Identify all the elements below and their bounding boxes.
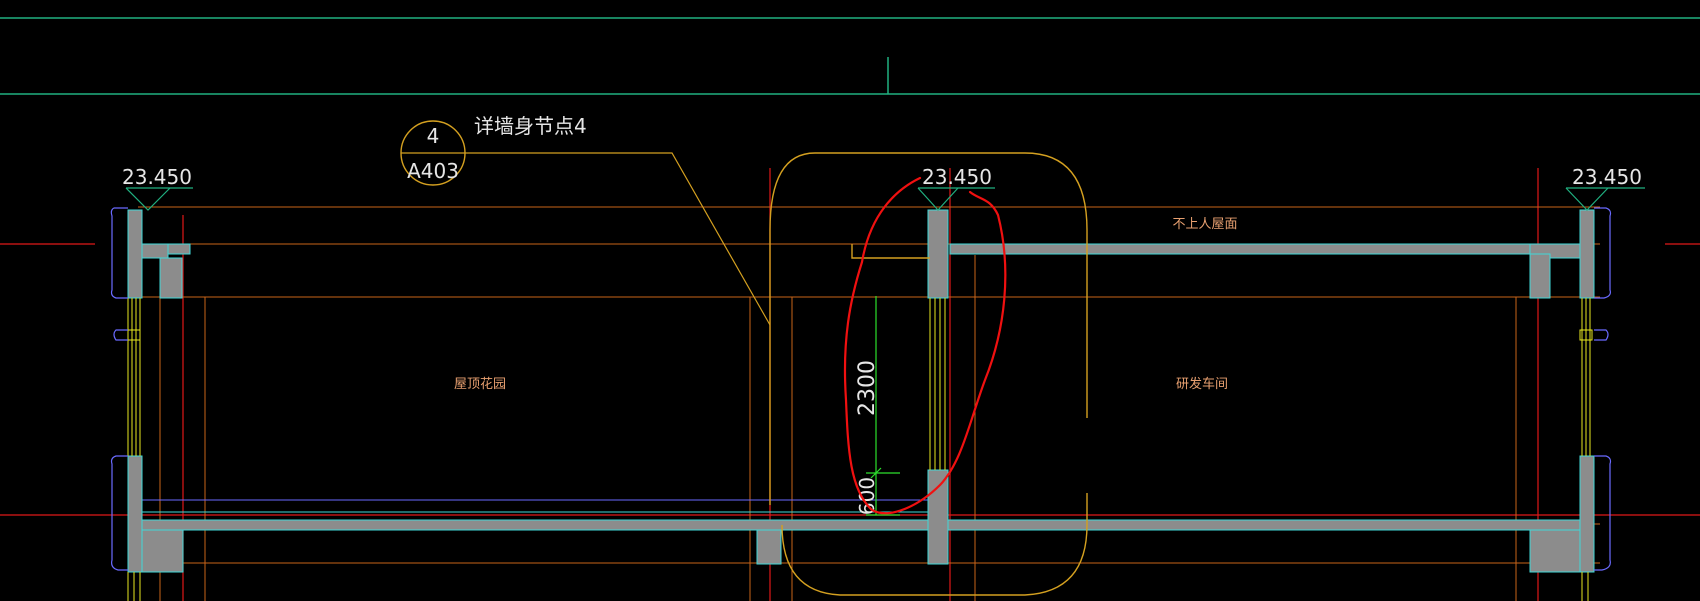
elevation-right-label: 23.450: [1572, 165, 1642, 189]
roof-beam-left: [159, 257, 183, 299]
left-trim-lower: [110, 455, 128, 571]
left-trim-upper: [110, 207, 128, 299]
roof-beam-right: [1529, 253, 1551, 299]
elevation-center-label: 23.450: [922, 165, 992, 189]
elevation-marker-right: 23.450: [1565, 165, 1645, 211]
elevation-marker-left: 23.450: [122, 165, 193, 211]
red-markup-loop: [843, 176, 1007, 515]
top-guide-lines: [0, 17, 1700, 95]
detail-callout-note: 详墙身节点4: [474, 114, 587, 138]
elevation-left-label: 23.450: [122, 165, 192, 189]
roof-slab-left-edge: [167, 243, 191, 255]
elevation-marker-center: 23.450: [917, 165, 995, 211]
center-column-upper: [927, 209, 949, 299]
left-trim-sill: [113, 329, 128, 341]
detail-callout[interactable]: 4 A403 详墙身节点4: [400, 114, 771, 326]
dimension-small-label: 600: [855, 477, 879, 515]
detail-callout-number: 4: [427, 124, 440, 148]
cad-drawing-canvas[interactable]: 23.450 23.450 23.450 4 A403 详墙身节点4 2300 …: [0, 0, 1700, 601]
dimension-main-label: 2300: [855, 360, 880, 416]
red-axis-lines: [0, 243, 1700, 516]
room-label-rd-workshop: 研发车间: [1176, 376, 1228, 392]
roof-slabs: [127, 243, 1595, 299]
window-mullions: [127, 298, 1593, 601]
room-label-roof-garden: 屋顶花园: [454, 376, 506, 392]
center-column-lower: [927, 469, 949, 565]
right-trim-lower: [1594, 455, 1612, 571]
left-window-sill: [127, 329, 141, 341]
right-wall-lower: [1579, 455, 1595, 573]
detail-leader-line: [465, 152, 771, 326]
floor-slab: [127, 519, 1595, 531]
right-wall-upper: [1579, 209, 1595, 299]
detail-callout-sheet: A403: [407, 159, 459, 183]
left-wall-upper: [127, 209, 143, 299]
floor-beam-mid: [756, 529, 782, 565]
roof-note-label: 不上人屋面: [1172, 217, 1237, 232]
right-trim-upper: [1594, 207, 1612, 299]
left-wall-lower: [127, 455, 143, 573]
right-trim-sill: [1594, 329, 1609, 341]
roof-slab-right: [949, 243, 1559, 255]
